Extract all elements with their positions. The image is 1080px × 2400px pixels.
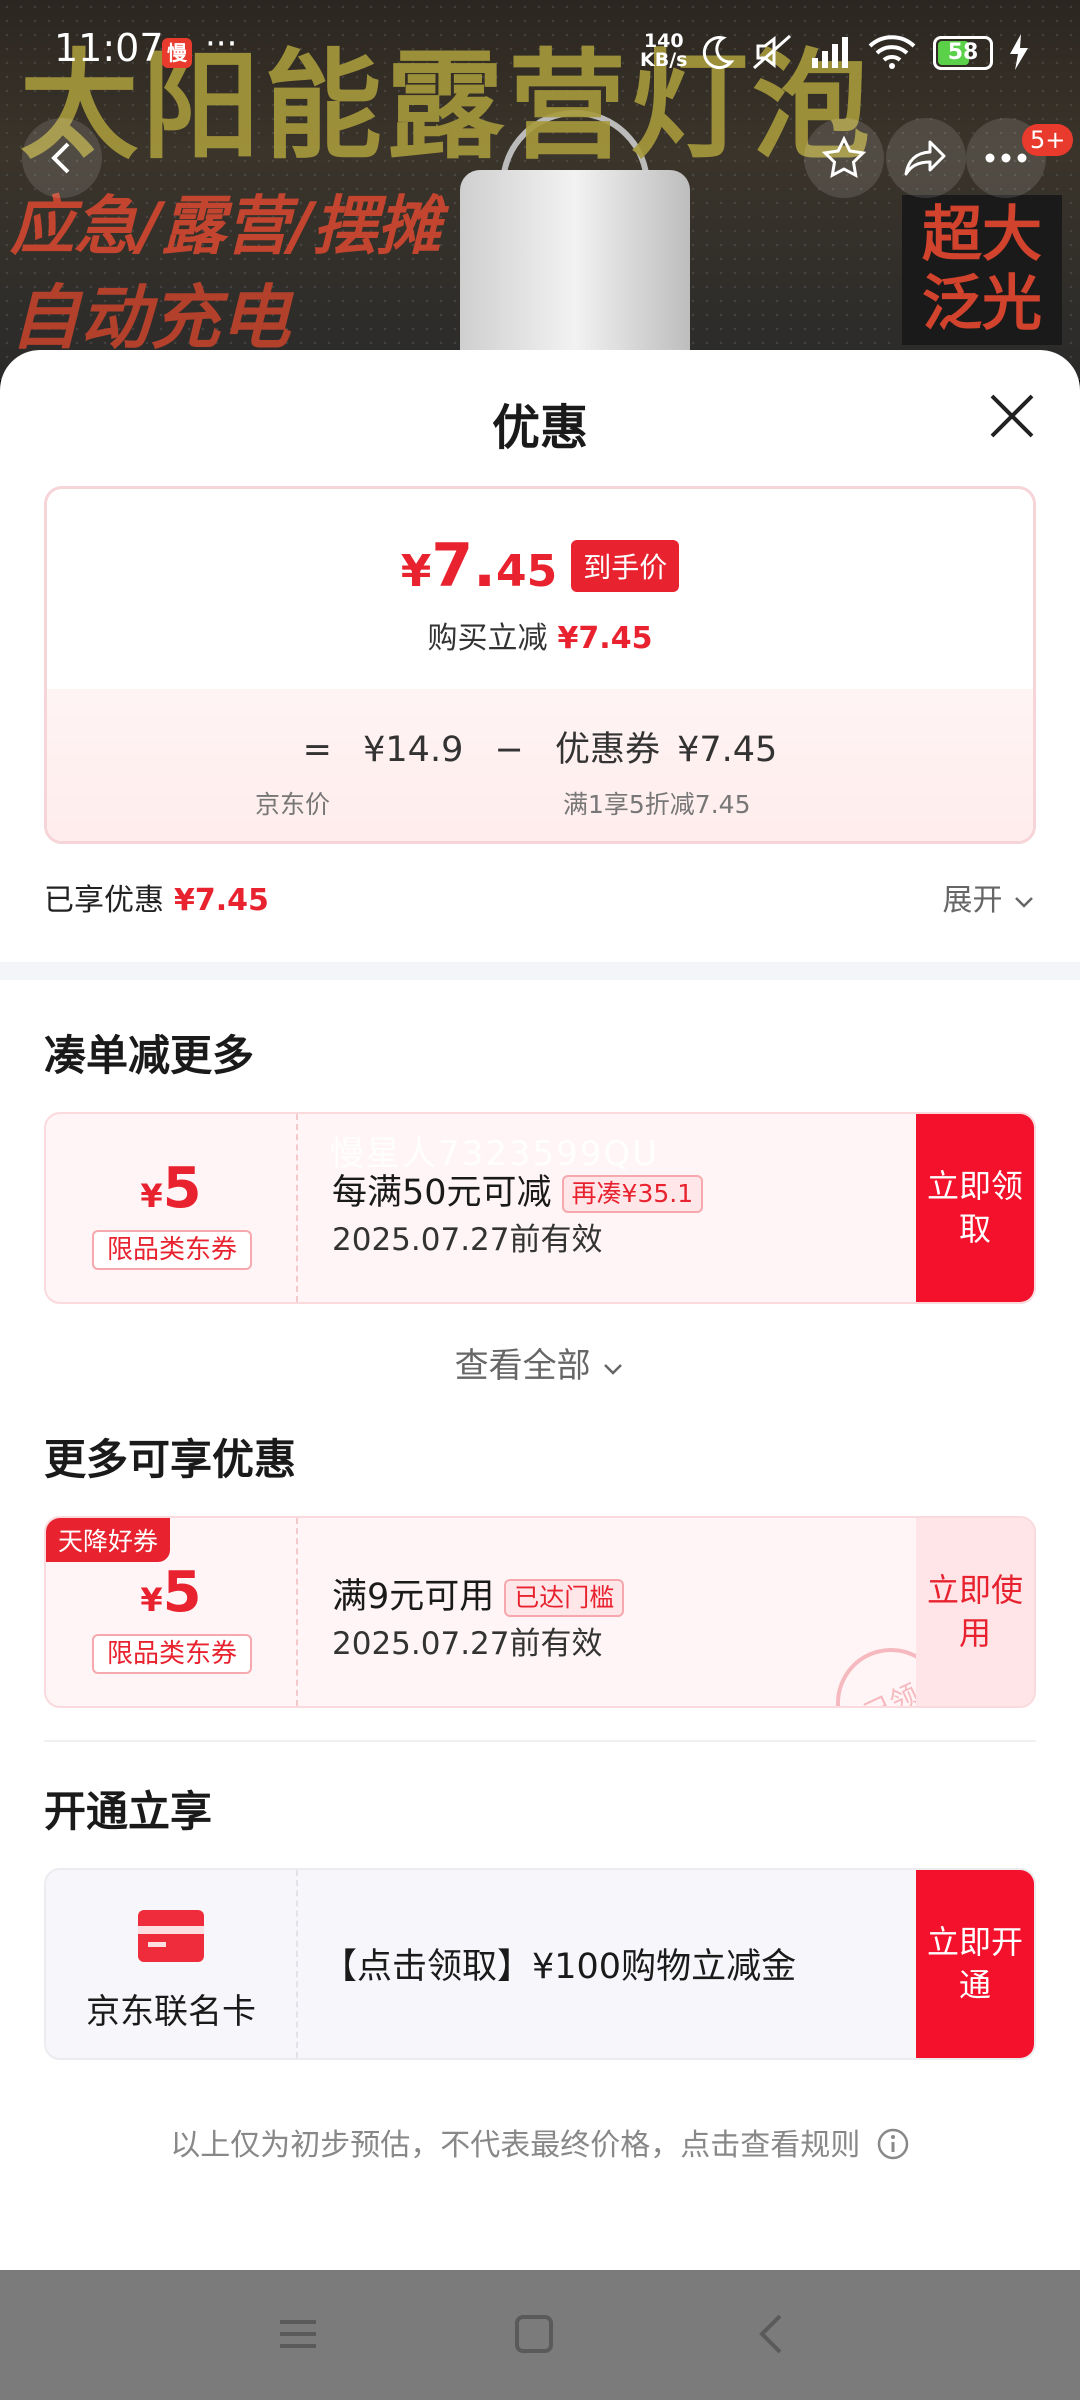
home-icon[interactable] <box>512 2312 556 2356</box>
charging-icon <box>1010 34 1028 70</box>
net-speed: 140 KB/s <box>640 30 688 71</box>
discount-sheet: 优惠 ¥ 7. 45 到手价 购买立减 ¥7.45 = ¥14.9 − 优惠券 ¥… <box>0 350 1080 2270</box>
back-icon[interactable] <box>750 2312 794 2356</box>
system-nav-bar <box>0 2270 1080 2400</box>
info-icon <box>877 2128 909 2160</box>
coupon-pill: 已达门槛 <box>504 1579 625 1617</box>
claim-coupon-button[interactable]: 立即领取 <box>916 1114 1034 1302</box>
final-price: ¥ 7. 45 到手价 <box>47 531 1033 601</box>
coupon-card-enjoy: ¥5 限品类东券 天降好券 满9元可用 已达门槛 2025.07.27前有效 已领… <box>44 1516 1036 1708</box>
lamp-image <box>460 170 690 380</box>
section-title-open: 开通立享 <box>44 1787 213 1836</box>
coupon-valid-date: 2025.07.27前有效 <box>332 1222 603 1258</box>
message-count-badge: 5+ <box>1022 124 1074 156</box>
back-button[interactable] <box>22 118 102 198</box>
coupon-amount: ¥5 <box>140 1156 202 1221</box>
buy-reduce: 购买立减 ¥7.45 <box>427 621 653 656</box>
card-name: 京东联名卡 <box>86 1992 256 2032</box>
rules-disclaimer[interactable]: 以上仅为初步预估，不代表最终价格，点击查看规则 <box>0 2120 1080 2164</box>
price-summary-card: ¥ 7. 45 到手价 购买立减 ¥7.45 = ¥14.9 − 优惠券 ¥7.4… <box>44 486 1036 844</box>
coupon-scope: 限品类东券 <box>92 1230 252 1270</box>
more-dots-icon <box>985 153 1027 163</box>
coupon-value: ¥7.45 <box>677 730 778 770</box>
view-all-button[interactable]: 查看全部 <box>0 1338 1080 1387</box>
more-notifications-icon: ··· <box>205 24 238 64</box>
price-formula: = ¥14.9 − 优惠券 ¥7.45 <box>302 730 778 770</box>
expand-button[interactable]: 展开 <box>942 875 1036 919</box>
app-notification-icon: 慢 <box>162 38 192 68</box>
use-coupon-button[interactable]: 立即使用 <box>916 1518 1034 1706</box>
banner-subtitle-2: 自动充电 <box>10 277 290 359</box>
status-time: 11:07 <box>54 26 164 70</box>
coupon-scope: 限品类东券 <box>92 1634 252 1674</box>
share-icon <box>904 140 946 176</box>
menu-icon[interactable] <box>276 2312 320 2356</box>
card-offer-desc: 【点击领取】¥100购物立减金 <box>322 1947 797 1987</box>
coupon-condition: 满9元可用 已达门槛 <box>332 1568 625 1619</box>
favorite-button[interactable] <box>804 118 884 198</box>
credit-card-icon <box>138 1910 204 1962</box>
coupon-left: ¥5 限品类东券 <box>46 1114 298 1302</box>
share-button[interactable] <box>886 118 966 198</box>
jd-price-label: 京东价 <box>255 790 331 819</box>
chevron-down-icon <box>604 1364 623 1375</box>
battery-percent: 58 <box>947 40 979 65</box>
coupon-condition: 每满50元可减 再凑¥35.1 <box>332 1164 704 1215</box>
enjoyed-discount: 已享优惠 ¥7.45 <box>44 883 269 918</box>
signal-icon <box>812 37 848 68</box>
coupon-label: 优惠券 <box>554 730 660 770</box>
close-icon[interactable] <box>982 386 1042 446</box>
status-bar: 11:07 慢 ··· 140 KB/s 58 <box>0 0 1080 100</box>
section-divider <box>0 962 1080 980</box>
mute-vibrate-icon <box>753 34 791 70</box>
sheet-title: 优惠 <box>491 400 588 456</box>
card-left: 京东联名卡 <box>46 1870 298 2058</box>
co-brand-card-offer: 京东联名卡 【点击领取】¥100购物立减金 立即开通 <box>44 1868 1036 2060</box>
coupon-pill: 再凑¥35.1 <box>561 1175 704 1213</box>
battery-icon: 58 <box>933 36 993 70</box>
jd-price: ¥14.9 <box>363 730 464 770</box>
moon-icon <box>702 36 735 70</box>
banner-side-tag: 超大泛光 <box>902 195 1062 345</box>
chevron-left-icon <box>51 142 70 174</box>
coupon-valid-date: 2025.07.27前有效 <box>332 1626 603 1662</box>
coupon-card-more: ¥5 限品类东券 慢星人7323599QU 每满50元可减 再凑¥35.1 202… <box>44 1112 1036 1304</box>
open-card-button[interactable]: 立即开通 <box>916 1870 1034 2058</box>
coupon-rule: 满1享5折减7.45 <box>563 790 751 819</box>
final-price-tag: 到手价 <box>571 540 680 592</box>
section-title-more: 凑单减更多 <box>44 1031 255 1080</box>
chevron-down-icon <box>1015 897 1033 908</box>
wifi-icon <box>868 35 916 69</box>
sky-coupon-tag: 天降好券 <box>46 1518 171 1562</box>
coupon-amount: ¥5 <box>140 1560 202 1625</box>
section-title-enjoy: 更多可享优惠 <box>44 1435 297 1484</box>
section-divider-line <box>44 1740 1036 1742</box>
star-icon <box>821 135 867 179</box>
